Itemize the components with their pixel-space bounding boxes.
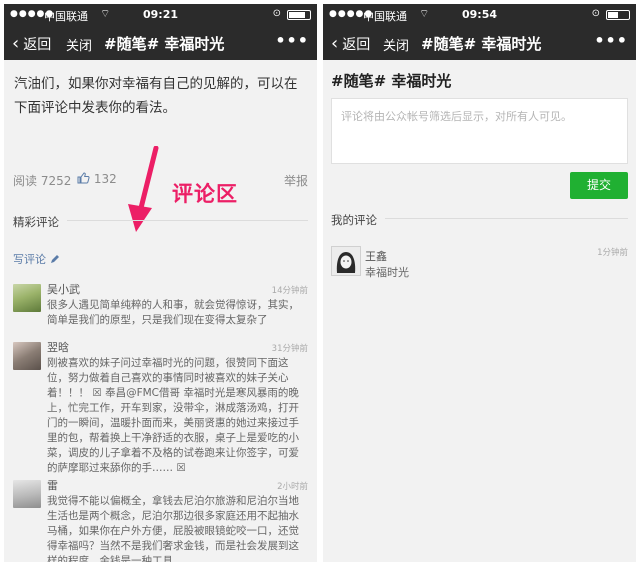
comment-time: 2小时前 [277,482,308,492]
comment-author: 翌晗 [47,341,69,354]
nav-bar: ‹ 返回 关闭 #随笔# 幸福时光 ••• [323,26,636,60]
chevron-left-icon: ‹ [331,33,339,54]
like-button[interactable]: 132 [77,172,117,186]
comment-time: 31分钟前 [271,344,308,354]
back-button[interactable]: ‹ 返回 [12,34,51,54]
status-time: 09:54 [461,8,497,21]
rotation-lock-icon: ⊙ [591,8,600,19]
more-dots-icon[interactable]: ••• [275,31,309,50]
page-title: #随笔# 幸福时光 [421,35,542,53]
my-comments-header: 我的评论 [331,209,628,229]
write-comment-link[interactable]: 写评论 [13,251,60,267]
avatar[interactable] [13,480,41,508]
list-item: 雷 2小时前 我觉得不能以偏概全，拿钱去尼泊尔旅游和尼泊尔当地生活也是两个概念，… [4,478,317,562]
list-item: 吴小武 14分钟前 很多人遇见简单纯粹的人和事，就会觉得惊讶，其实，简单是我们的… [4,282,317,340]
back-label: 返回 [23,37,52,53]
comment-text: 幸福时光 [365,266,409,279]
comment-time: 14分钟前 [271,286,308,296]
featured-comments-label: 精彩评论 [13,215,67,229]
comment-author: 吴小武 [47,283,80,296]
my-comment-item: 王鑫 幸福时光 1分钟前 [331,246,628,282]
write-comment-label: 写评论 [13,253,46,266]
page-title: #随笔# 幸福时光 [104,35,225,53]
status-bar: ●●●●● 中国联通 ⌔ 09:21 ⊙ [4,4,317,26]
comment-text: 很多人遇见简单纯粹的人和事，就会觉得惊讶，其实，简单是我们的原型，只是我们现在变… [47,299,299,326]
pencil-icon [50,255,59,263]
avatar[interactable] [13,284,41,312]
report-link[interactable]: 举报 [284,172,308,189]
left-screen: ●●●●● 中国联通 ⌔ 09:21 ⊙ ‹ 返回 关闭 #随笔# 幸福时光 •… [4,4,317,562]
close-button[interactable]: 关闭 [66,35,92,54]
nav-bar: ‹ 返回 关闭 #随笔# 幸福时光 ••• [4,26,317,60]
chevron-left-icon: ‹ [12,33,20,54]
rotation-lock-icon: ⊙ [272,8,281,19]
avatar-portrait-icon [336,252,356,273]
thumbs-up-icon [77,172,90,184]
read-label: 阅读 [13,174,38,188]
comment-page-title: #随笔# 幸福时光 [331,72,452,90]
read-count: 阅读 7252 [13,172,71,189]
more-dots-icon[interactable]: ••• [594,31,628,50]
close-button[interactable]: 关闭 [383,35,409,54]
comment-text: 我觉得不能以偏概全，拿钱去尼泊尔旅游和尼泊尔当地生活也是两个概念，尼泊尔那边很多… [47,495,299,562]
like-count: 132 [93,172,117,186]
status-time: 09:21 [142,8,178,21]
annotation-label: 评论区 [172,182,238,206]
avatar[interactable] [13,342,41,370]
right-screen: ●●●●● 中国联通 ⌔ 09:54 ⊙ ‹ 返回 关闭 #随笔# 幸福时光 •… [323,4,636,562]
battery-icon [606,10,630,20]
submit-button[interactable]: 提交 [570,172,628,199]
comment-author: 王鑫 [365,250,387,263]
avatar[interactable] [331,246,361,276]
comment-input[interactable]: 评论将由公众帐号筛选后显示，对所有人可见。 [331,98,628,164]
back-label: 返回 [342,37,371,53]
comment-author: 雷 [47,479,58,492]
list-item: 翌晗 31分钟前 刚被喜欢的妹子问过幸福时光的问题，很赞同下面这位，努力做着自己… [4,340,317,478]
back-button[interactable]: ‹ 返回 [331,34,370,54]
comment-text: 刚被喜欢的妹子问过幸福时光的问题，很赞同下面这位，努力做着自己喜欢的事情同时被喜… [47,357,299,474]
read-number: 7252 [40,174,72,188]
featured-comments-header: 精彩评论 [13,211,308,231]
status-bar: ●●●●● 中国联通 ⌔ 09:54 ⊙ [323,4,636,26]
comment-list: 吴小武 14分钟前 很多人遇见简单纯粹的人和事，就会觉得惊讶，其实，简单是我们的… [4,282,317,562]
battery-icon [287,10,311,20]
comment-time: 1分钟前 [597,248,628,258]
my-comments-label: 我的评论 [331,213,385,227]
